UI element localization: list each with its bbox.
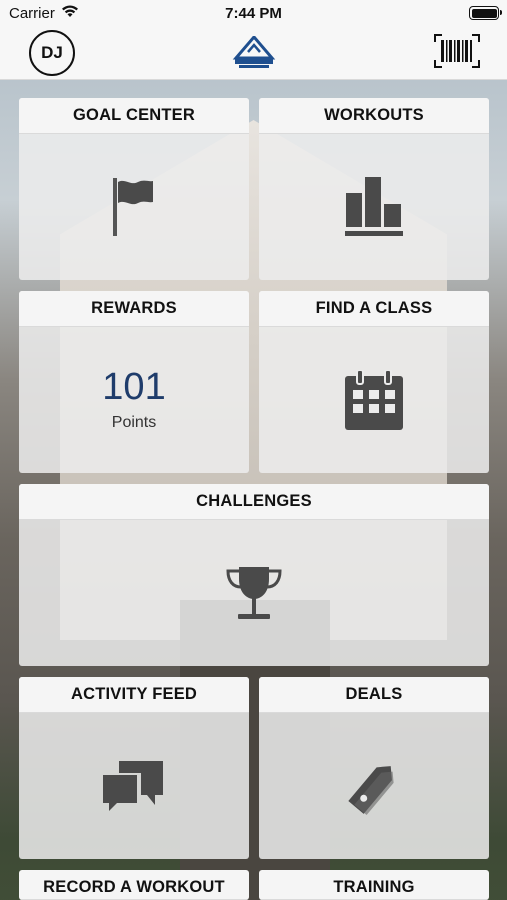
activity-feed-title: ACTIVITY FEED xyxy=(19,677,249,713)
challenges-title: CHALLENGES xyxy=(19,484,489,520)
training-title: TRAINING xyxy=(259,870,489,900)
battery-icon xyxy=(469,6,502,20)
bar-chart-icon xyxy=(345,177,403,237)
training-tile[interactable]: TRAINING xyxy=(259,870,489,900)
flag-icon xyxy=(111,176,157,238)
record-a-workout-tile[interactable]: RECORD A WORKOUT xyxy=(19,870,249,900)
rewards-tile[interactable]: REWARDS 101 Points xyxy=(19,291,249,473)
status-bar: Carrier 7:44 PM xyxy=(0,0,507,28)
trophy-icon xyxy=(225,565,283,621)
workouts-tile[interactable]: WORKOUTS xyxy=(259,98,489,280)
avatar-initials: DJ xyxy=(41,43,63,62)
barcode-icon[interactable] xyxy=(434,34,480,68)
activity-feed-tile[interactable]: ACTIVITY FEED xyxy=(19,677,249,859)
find-a-class-title: FIND A CLASS xyxy=(259,291,489,327)
hampshire-hills-logo xyxy=(231,34,277,70)
clock: 7:44 PM xyxy=(225,5,282,22)
calendar-icon xyxy=(345,370,403,430)
workouts-title: WORKOUTS xyxy=(259,98,489,134)
rewards-title: REWARDS xyxy=(19,291,249,327)
chat-bubbles-icon xyxy=(103,759,165,813)
goal-center-title: GOAL CENTER xyxy=(19,98,249,134)
goal-center-tile[interactable]: GOAL CENTER xyxy=(19,98,249,280)
profile-avatar-button[interactable]: DJ xyxy=(29,30,75,76)
deals-title: DEALS xyxy=(259,677,489,713)
find-a-class-tile[interactable]: FIND A CLASS xyxy=(259,291,489,473)
tag-icon xyxy=(346,756,402,816)
record-a-workout-title: RECORD A WORKOUT xyxy=(19,870,249,900)
top-bar: Carrier 7:44 PM DJ xyxy=(0,0,507,80)
points-value: 101 xyxy=(102,366,166,408)
deals-tile[interactable]: DEALS xyxy=(259,677,489,859)
points-label: Points xyxy=(111,414,157,431)
challenges-tile[interactable]: CHALLENGES xyxy=(19,484,489,666)
